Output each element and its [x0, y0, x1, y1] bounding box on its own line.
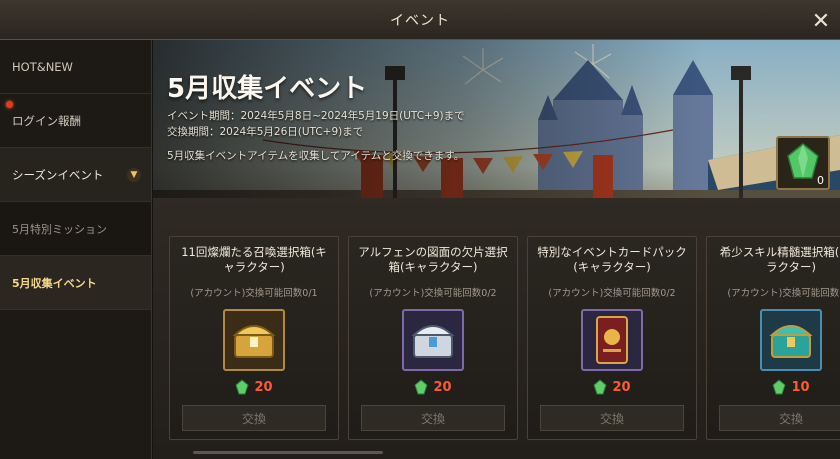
horizontal-scrollbar[interactable] — [193, 451, 383, 454]
item-name: 希少スキル精髄選択箱(キャラクター) — [719, 245, 840, 274]
chevron-down-icon: ▼ — [127, 168, 141, 182]
sidebar: HOT&NEW ログイン報酬 シーズンイベント ▼ 5月特別ミッション 5月収集… — [0, 40, 152, 459]
green-gem-icon — [235, 379, 250, 395]
exchange-button[interactable]: 交換 — [540, 405, 684, 431]
green-gem-icon — [772, 379, 787, 395]
sidebar-item-login-reward[interactable]: ログイン報酬 — [0, 94, 151, 148]
main-panel: 5月収集イベント イベント期間：2024年5月8日~2024年5月19日(UTC… — [153, 40, 840, 459]
item-name: アルフェンの図面の欠片選択箱(キャラクター) — [358, 245, 508, 274]
gold-chest-icon — [223, 309, 285, 371]
exchange-limit: (アカウント)交換可能回数0/1 — [190, 288, 318, 299]
exchange-card[interactable]: 11回燦爛たる召喚選択箱(キャラクター) (アカウント)交換可能回数0/1 20… — [169, 236, 339, 440]
exchange-shop: 11回燦爛たる召喚選択箱(キャラクター) (アカウント)交換可能回数0/1 20… — [153, 198, 840, 459]
sidebar-item-label: 5月収集イベント — [12, 276, 97, 290]
sidebar-item-label: HOT&NEW — [12, 59, 73, 74]
exchange-button[interactable]: 交換 — [719, 405, 840, 431]
notification-dot-icon — [6, 101, 13, 108]
window-title: イベント — [390, 12, 450, 29]
event-period: イベント期間：2024年5月8日~2024年5月19日(UTC+9)まで — [167, 110, 465, 122]
teal-chest-icon — [760, 309, 822, 371]
price: 10 — [707, 379, 840, 395]
exchange-card[interactable]: 特別なイベントカードパック(キャラクター) (アカウント)交換可能回数0/2 2… — [527, 236, 697, 440]
price: 20 — [528, 379, 696, 395]
price-value: 20 — [433, 379, 452, 395]
sidebar-item-label: 5月特別ミッション — [12, 222, 107, 236]
price: 20 — [349, 379, 517, 395]
sidebar-item-label: シーズンイベント — [12, 167, 104, 182]
card-pack-icon — [581, 309, 643, 371]
exchange-period: 交換期間：2024年5月26日(UTC+9)まで — [167, 126, 364, 138]
price-value: 20 — [612, 379, 631, 395]
close-icon: ✕ — [811, 8, 831, 34]
sidebar-item-hot-new[interactable]: HOT&NEW — [0, 40, 151, 94]
exchange-button[interactable]: 交換 — [182, 405, 326, 431]
price-value: 10 — [791, 379, 810, 395]
sidebar-item-may-collection-event[interactable]: 5月収集イベント — [0, 256, 151, 310]
price: 20 — [170, 379, 338, 395]
token-count: 0 — [817, 174, 824, 187]
item-name: 特別なイベントカードパック(キャラクター) — [537, 245, 687, 274]
exchange-limit: (アカウント)交換可能回数0/2 — [548, 288, 676, 299]
exchange-card[interactable]: アルフェンの図面の欠片選択箱(キャラクター) (アカウント)交換可能回数0/2 … — [348, 236, 518, 440]
sidebar-item-label: ログイン報酬 — [12, 113, 81, 128]
sidebar-item-may-special-mission[interactable]: 5月特別ミッション — [0, 202, 151, 256]
item-name: 11回燦爛たる召喚選択箱(キャラクター) — [181, 245, 327, 274]
sidebar-item-season-event[interactable]: シーズンイベント ▼ — [0, 148, 151, 202]
exchange-limit: (アカウント)交換可能回数0/2 — [369, 288, 497, 299]
close-button[interactable]: ✕ — [806, 6, 836, 36]
silver-chest-icon — [402, 309, 464, 371]
price-value: 20 — [254, 379, 273, 395]
exchange-limit: (アカウント)交換可能回数0/5 — [727, 288, 840, 299]
event-token-counter[interactable]: 0 — [776, 136, 830, 190]
exchange-button[interactable]: 交換 — [361, 405, 505, 431]
event-title: 5月収集イベント — [167, 74, 368, 104]
green-gem-icon — [414, 379, 429, 395]
window-titlebar: イベント ✕ — [0, 0, 840, 40]
green-gem-icon — [593, 379, 608, 395]
exchange-card[interactable]: 希少スキル精髄選択箱(キャラクター) (アカウント)交換可能回数0/5 10 交… — [706, 236, 840, 440]
event-description: 5月収集イベントアイテムを収集してアイテムと交換できます。 — [167, 150, 465, 162]
